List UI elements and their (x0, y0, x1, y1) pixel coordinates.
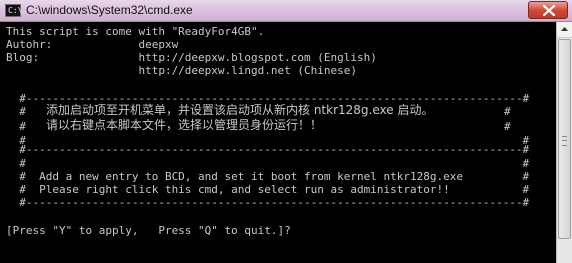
vertical-scrollbar[interactable] (556, 22, 572, 263)
box-side-left: # (6, 105, 26, 118)
box-chinese-line-2: 请以右键点本脚本文件，选择以管理员身份运行！！ (46, 118, 323, 132)
close-button[interactable] (528, 1, 568, 19)
box-border-bottom: #---------------------------------------… (6, 196, 530, 209)
title-bar[interactable]: C:\ C:\windows\System32\cmd.exe (0, 0, 572, 22)
box-english-line-2: # Please right click this cmd, and selec… (6, 183, 530, 196)
close-icon (543, 5, 555, 16)
box-side-right: # (504, 105, 511, 118)
console-prompt: [Press "Y" to apply, Press "Q" to quit.]… (6, 224, 291, 237)
scroll-grip-icon (562, 136, 567, 146)
box-english-line-1: # Add a new entry to BCD, and set it boo… (6, 170, 530, 183)
cmd-icon: C:\ (5, 4, 23, 17)
scroll-thumb[interactable] (558, 39, 571, 239)
console-output[interactable]: This script is come with "ReadyFor4GB". … (0, 22, 556, 263)
cmd-window: C:\ C:\windows\System32\cmd.exe This scr… (0, 0, 572, 263)
console-line: This script is come with "ReadyFor4GB". (6, 25, 265, 38)
console-line: Blog: http://deepxw.blogspot.com (Englis… (6, 51, 377, 64)
console-line: Autohr: deepxw (6, 38, 179, 51)
console-line: http://deepxw.lingd.net (Chinese) (6, 64, 357, 77)
box-blank-line: # # (6, 157, 530, 170)
scroll-up-button[interactable] (557, 22, 572, 38)
scroll-up-arrow-icon (561, 27, 568, 31)
box-divider: #---------------------------------------… (6, 143, 530, 156)
box-chinese-line-1: 添加启动项至开机菜单，并设置该启动项从新内核 ntkr128g.exe 启动。 (46, 103, 434, 117)
window-title: C:\windows\System32\cmd.exe (26, 3, 193, 17)
cmd-icon-label: C:\ (8, 6, 23, 15)
box-side-left: # (6, 120, 26, 133)
box-side-right: # (504, 120, 511, 133)
